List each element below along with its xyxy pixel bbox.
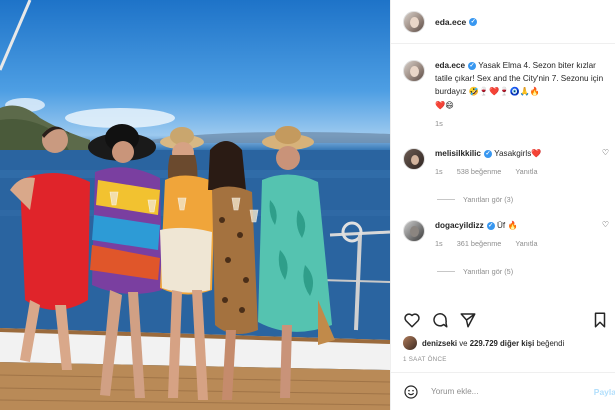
comment-age: 1s	[435, 167, 443, 176]
post-header: eda.ece ✓	[391, 0, 615, 44]
bookmark-icon[interactable]	[591, 311, 609, 329]
liker-username[interactable]: denizseki	[422, 339, 457, 348]
comment-text: Üf	[496, 221, 506, 230]
caption-age: 1s	[435, 119, 443, 128]
caption-avatar[interactable]	[403, 60, 425, 82]
post-panel: eda.ece ✓ eda.ece ✓ Yasak Elma 4. Sezon b…	[390, 0, 615, 410]
view-replies-link[interactable]: Yanıtları gör (3)	[437, 195, 513, 204]
commenter-avatar[interactable]	[403, 220, 425, 242]
post-comment-button[interactable]: Payla	[594, 387, 615, 397]
like-comment-heart-icon[interactable]: ♡	[602, 148, 609, 157]
reply-button[interactable]: Yanıtla	[515, 167, 537, 176]
comment-item: dogacyildizz ✓ Üf 🔥 1s 361 beğenme Yanıtl…	[403, 220, 613, 248]
smile-icon[interactable]	[403, 384, 419, 400]
comment-age: 1s	[435, 239, 443, 248]
liker-avatar[interactable]	[403, 336, 417, 350]
post-timestamp: 1 SAAT ÖNCE	[403, 356, 447, 363]
commenter-avatar[interactable]	[403, 148, 425, 170]
post-photo	[0, 0, 390, 410]
comment-item: melisilkkilic ✓ Yasakgirls❤️ 1s 538 beğen…	[403, 148, 613, 176]
comment-likes-count[interactable]: 361 beğenme	[457, 239, 502, 248]
comment-emoji: ❤️	[531, 148, 542, 158]
comment-box: Yorum ekle... Payla	[391, 372, 615, 410]
commenter-username[interactable]: dogacyildizz	[435, 221, 484, 230]
likes-summary: denizseki ve 229.729 diğer kişi beğendi	[403, 336, 564, 350]
author-username[interactable]: eda.ece	[435, 17, 466, 27]
commenter-username[interactable]: melisilkkilic	[435, 149, 481, 158]
verified-badge-icon: ✓	[469, 17, 478, 26]
like-comment-heart-icon[interactable]: ♡	[602, 220, 609, 229]
caption-emojis-line2: ❤️😄	[435, 99, 454, 110]
comment-input[interactable]: Yorum ekle...	[431, 387, 478, 396]
author-avatar[interactable]	[403, 10, 425, 33]
verified-badge-icon: ✓	[468, 61, 477, 70]
reply-button[interactable]: Yanıtla	[515, 239, 537, 248]
comment-emoji: 🔥	[507, 220, 518, 230]
caption-username[interactable]: eda.ece	[435, 61, 465, 70]
comment-likes-count[interactable]: 538 beğenme	[457, 167, 502, 176]
view-replies-link[interactable]: Yanıtları gör (5)	[437, 267, 513, 276]
comment-text: Yasakgirls	[494, 149, 532, 158]
share-icon[interactable]	[459, 311, 477, 329]
post-caption: eda.ece ✓ Yasak Elma 4. Sezon biter kızla…	[403, 60, 608, 131]
likes-connector: ve	[457, 338, 470, 348]
caption-emojis: 🤣🍷❤️🍷🧿🙏🔥	[468, 86, 541, 96]
verified-badge-icon: ✓	[483, 149, 492, 158]
likes-suffix: beğendi	[534, 338, 565, 348]
verified-badge-icon: ✓	[486, 221, 495, 230]
action-bar	[403, 311, 613, 329]
boat-party-photo	[0, 0, 390, 410]
comment-icon[interactable]	[431, 311, 449, 329]
likes-others-count[interactable]: 229.729 diğer kişi	[470, 339, 535, 348]
heart-icon[interactable]	[403, 311, 421, 329]
